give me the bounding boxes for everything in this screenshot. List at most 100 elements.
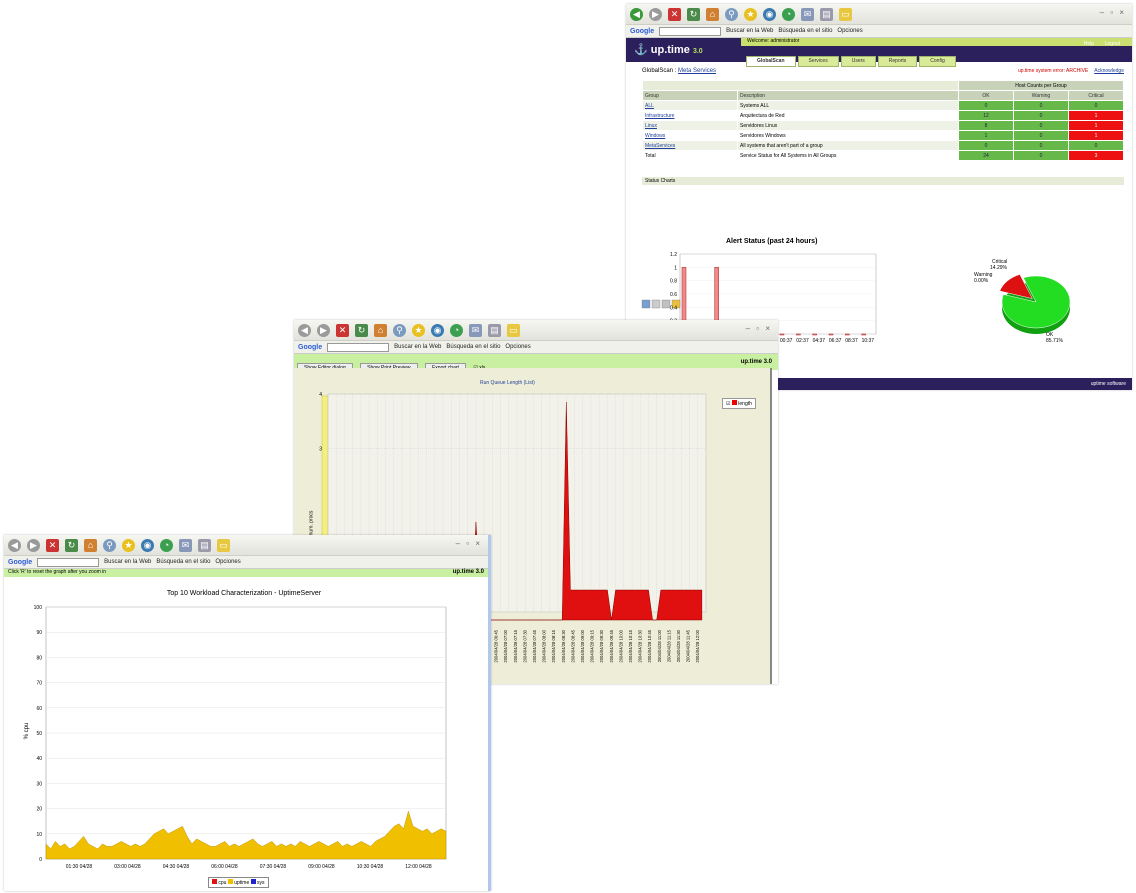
pie-value-warning: 0.00% xyxy=(974,278,989,284)
logout-link[interactable]: Logout xyxy=(1105,41,1120,47)
search-icon[interactable]: ⚲ xyxy=(725,7,738,21)
ok-count-cell[interactable]: 8 xyxy=(958,120,1014,131)
critical-count-cell[interactable]: 0 xyxy=(1068,140,1124,151)
brand-label: up.time 3.0 xyxy=(740,359,772,365)
forward-icon[interactable]: ▶ xyxy=(27,538,40,552)
group-cell[interactable]: Infrastructure xyxy=(642,110,738,121)
y-tick-label: 20 xyxy=(36,807,42,813)
search-icon[interactable]: ⚲ xyxy=(103,538,116,552)
x-tick-label: 04:30 04/28 xyxy=(163,864,190,870)
print-icon[interactable]: ▤ xyxy=(820,7,833,21)
breadcrumb-current[interactable]: Meta Services xyxy=(678,68,716,74)
folder-icon[interactable]: ▭ xyxy=(839,7,852,21)
warning-count-cell[interactable]: 0 xyxy=(1013,130,1069,141)
print-icon[interactable]: ▤ xyxy=(198,538,211,552)
print-icon[interactable]: ▤ xyxy=(488,323,501,337)
breadcrumb-root[interactable]: GlobalScan xyxy=(642,68,673,74)
media-icon[interactable]: ◉ xyxy=(431,323,444,337)
group-cell[interactable]: MetaServices xyxy=(642,140,738,151)
help-link[interactable]: Help xyxy=(1084,41,1094,47)
search-web-button[interactable]: Buscar en la Web xyxy=(726,28,773,34)
stop-icon[interactable]: ✕ xyxy=(46,538,59,552)
favorites-icon[interactable]: ★ xyxy=(122,538,135,552)
mail-icon[interactable]: ✉ xyxy=(179,538,192,552)
description-cell: All systems that aren't part of a group xyxy=(737,140,959,151)
critical-count-cell[interactable]: 3 xyxy=(1068,150,1124,161)
history-icon[interactable]: ◔ xyxy=(160,538,173,552)
media-icon[interactable]: ◉ xyxy=(763,7,776,21)
brand-label: up.time 3.0 xyxy=(452,569,484,575)
group-cell[interactable]: ALL xyxy=(642,100,738,111)
forward-icon[interactable]: ▶ xyxy=(649,7,662,21)
table-row: Infrastructure Arquitectura de Red 12 0 1 xyxy=(642,110,1124,121)
home-icon[interactable]: ⌂ xyxy=(374,323,387,337)
google-search-input[interactable] xyxy=(327,342,390,352)
refresh-icon[interactable]: ↻ xyxy=(65,538,78,552)
back-icon[interactable]: ◀ xyxy=(298,323,311,337)
critical-count-cell[interactable]: 1 xyxy=(1068,120,1124,131)
favorites-icon[interactable]: ★ xyxy=(744,7,757,21)
x-tick-label: 2004/04/28 11:30 xyxy=(676,629,681,662)
mail-icon[interactable]: ✉ xyxy=(469,323,482,337)
google-search-input[interactable] xyxy=(37,557,100,567)
refresh-icon[interactable]: ↻ xyxy=(355,323,368,337)
home-icon[interactable]: ⌂ xyxy=(84,538,97,552)
search-icon[interactable]: ⚲ xyxy=(393,323,406,337)
ok-count-cell[interactable]: 0 xyxy=(958,100,1014,111)
search-site-button[interactable]: Búsqueda en el sitio xyxy=(156,559,210,565)
table-row: MetaServices All systems that aren't part… xyxy=(642,140,1124,151)
ack-link[interactable]: Acknowledge xyxy=(1094,68,1124,74)
refresh-icon[interactable]: ↻ xyxy=(687,7,700,21)
options-button[interactable]: Opciones xyxy=(215,559,240,565)
window-controls[interactable]: – ▫ × xyxy=(1100,8,1126,17)
col-ok: OK xyxy=(958,90,1014,101)
table-row: Linux Servidores Linux 8 0 1 xyxy=(642,120,1124,131)
group-cell[interactable]: Linux xyxy=(642,120,738,131)
stop-icon[interactable]: ✕ xyxy=(336,323,349,337)
options-button[interactable]: Opciones xyxy=(837,28,862,34)
x-tick-label: 2004/04/28 12:00 xyxy=(695,629,700,662)
ok-count-cell[interactable]: 1 xyxy=(958,130,1014,141)
search-site-button[interactable]: Búsqueda en el sitio xyxy=(778,28,832,34)
media-icon[interactable]: ◉ xyxy=(141,538,154,552)
mail-icon[interactable]: ✉ xyxy=(801,7,814,21)
search-site-button[interactable]: Búsqueda en el sitio xyxy=(446,344,500,350)
search-web-button[interactable]: Buscar en la Web xyxy=(394,344,441,350)
warning-count-cell[interactable]: 0 xyxy=(1013,110,1069,121)
x-tick-label: 2004/04/28 08:45 xyxy=(570,629,575,662)
window-controls[interactable]: – ▫ × xyxy=(456,539,482,548)
ok-count-cell[interactable]: 0 xyxy=(958,140,1014,151)
alert-chart-title: Alert Status (past 24 hours) xyxy=(726,238,818,245)
y-tick-label: 30 xyxy=(36,781,42,787)
back-icon[interactable]: ◀ xyxy=(630,7,643,21)
critical-count-cell[interactable]: 1 xyxy=(1068,130,1124,141)
warning-count-cell[interactable]: 0 xyxy=(1013,120,1069,131)
x-tick-label: 2004/04/28 07:45 xyxy=(532,629,537,662)
description-cell: Servidores Windows xyxy=(737,130,959,141)
critical-count-cell[interactable]: 1 xyxy=(1068,110,1124,121)
window-controls[interactable]: – ▫ × xyxy=(746,324,772,333)
table-row: Windows Servidores Windows 1 0 1 xyxy=(642,130,1124,141)
x-tick-label: 2004/04/28 09:00 xyxy=(580,629,585,662)
stop-icon[interactable]: ✕ xyxy=(668,7,681,21)
home-icon[interactable]: ⌂ xyxy=(706,7,719,21)
history-icon[interactable]: ◔ xyxy=(782,7,795,21)
warning-count-cell[interactable]: 0 xyxy=(1013,150,1069,161)
critical-count-cell[interactable]: 0 xyxy=(1068,100,1124,111)
ok-count-cell[interactable]: 12 xyxy=(958,110,1014,121)
google-search-input[interactable] xyxy=(659,26,722,36)
ok-count-cell[interactable]: 24 xyxy=(958,150,1014,161)
folder-icon[interactable]: ▭ xyxy=(217,538,230,552)
forward-icon[interactable]: ▶ xyxy=(317,323,330,337)
group-cell[interactable]: Windows xyxy=(642,130,738,141)
back-icon[interactable]: ◀ xyxy=(8,538,21,552)
chart-icon xyxy=(641,299,651,309)
favorites-icon[interactable]: ★ xyxy=(412,323,425,337)
options-button[interactable]: Opciones xyxy=(505,344,530,350)
warning-count-cell[interactable]: 0 xyxy=(1013,100,1069,111)
history-icon[interactable]: ◔ xyxy=(450,323,463,337)
x-tick-label: 07:30 04/28 xyxy=(260,864,287,870)
search-web-button[interactable]: Buscar en la Web xyxy=(104,559,151,565)
folder-icon[interactable]: ▭ xyxy=(507,323,520,337)
warning-count-cell[interactable]: 0 xyxy=(1013,140,1069,151)
